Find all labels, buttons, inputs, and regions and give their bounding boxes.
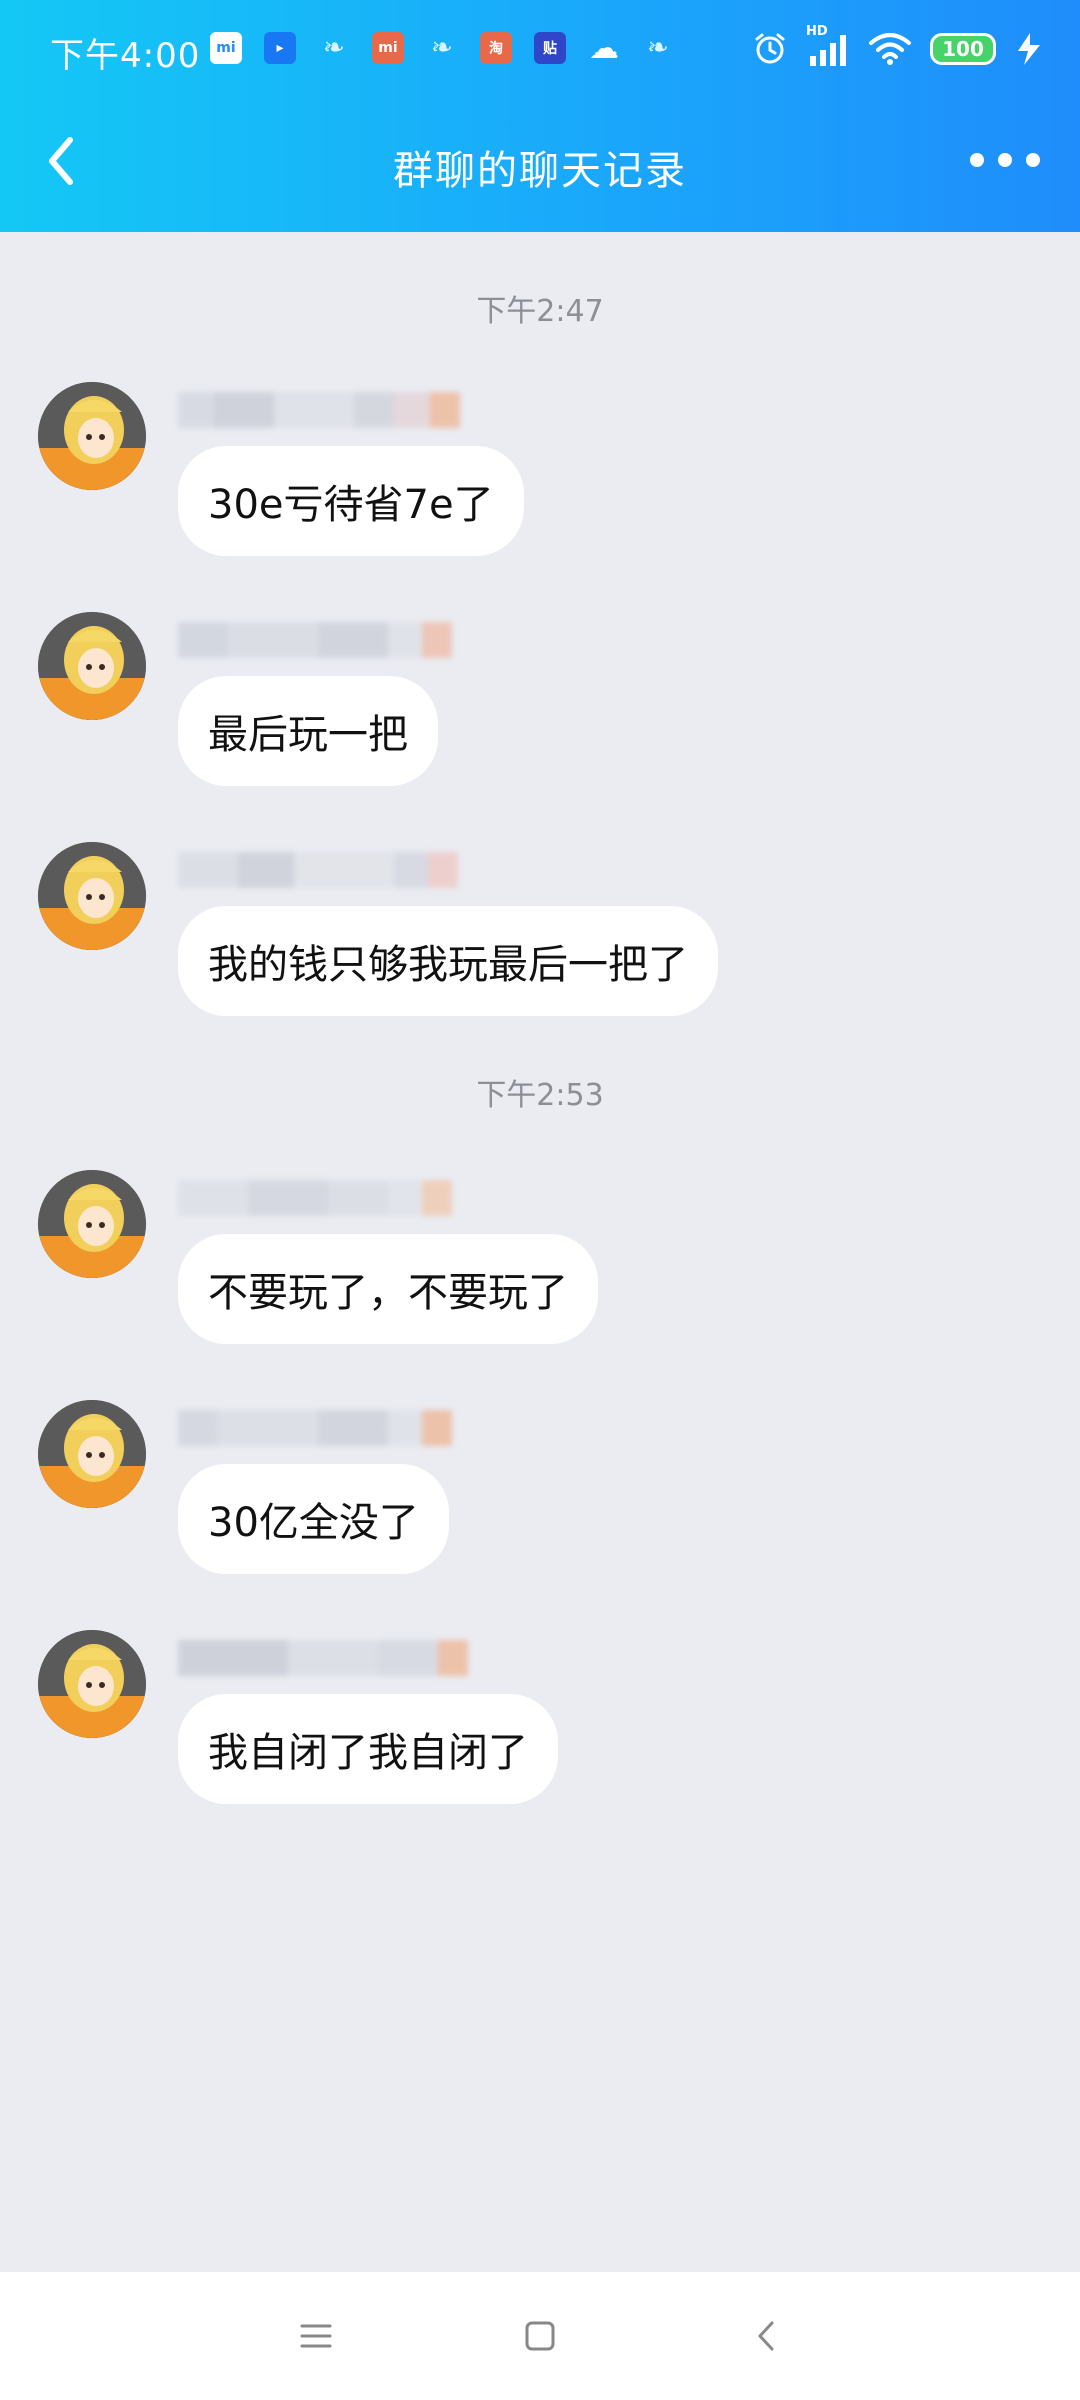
avatar-illustration (38, 1170, 146, 1278)
title-bar: 群聊的聊天记录 (0, 100, 1080, 232)
status-bar: 下午4:00 mi ▸ ❧ mi ❧ 淘 贴 ☁ ❧ HD 100 (0, 0, 1080, 100)
chat-history[interactable]: 下午2:47 30e亏待省7e了 最后玩一把 我的钱只够我玩最后一把了 下午2:… (0, 232, 1080, 2272)
message-bubble[interactable]: 最后玩一把 (178, 676, 438, 786)
battery-icon: 100 (930, 33, 996, 65)
avatar[interactable] (38, 1400, 146, 1508)
recents-button[interactable] (286, 2306, 346, 2366)
menu-icon (300, 2324, 332, 2348)
avatar[interactable] (38, 1630, 146, 1738)
timestamp-divider: 下午2:53 (476, 1078, 604, 1113)
alarm-icon (755, 33, 785, 64)
more-dot-icon (1026, 153, 1040, 167)
home-button[interactable] (510, 2306, 570, 2366)
sender-name-redacted (178, 612, 452, 672)
signal-icon: HD (806, 24, 850, 68)
bilibili-icon: ▸ (264, 32, 296, 64)
square-icon (525, 2321, 555, 2351)
app-header: 下午4:00 mi ▸ ❧ mi ❧ 淘 贴 ☁ ❧ HD 100 群聊的聊天记… (0, 0, 1080, 232)
message-bubble[interactable]: 我的钱只够我玩最后一把了 (178, 906, 718, 1016)
chat-message: 最后玩一把 (0, 612, 1080, 792)
more-dot-icon (998, 153, 1012, 167)
sender-name-redacted (178, 1630, 468, 1690)
leaf-icon: ❧ (323, 33, 345, 63)
message-bubble[interactable]: 30亿全没了 (178, 1464, 449, 1574)
avatar-illustration (38, 1630, 146, 1738)
notification-icons: mi ▸ ❧ mi ❧ 淘 贴 ☁ ❧ (210, 30, 674, 66)
avatar-illustration (38, 842, 146, 950)
taobao-icon: 淘 (480, 32, 512, 64)
chevron-left-icon (758, 2321, 774, 2351)
leaf-icon: ❧ (431, 33, 453, 63)
message-bubble[interactable]: 30e亏待省7e了 (178, 446, 524, 556)
avatar-illustration (38, 612, 146, 720)
leaf-icon: ❧ (647, 33, 669, 63)
more-options-button[interactable] (970, 140, 1040, 180)
avatar[interactable] (38, 1170, 146, 1278)
page-title: 群聊的聊天记录 (393, 148, 687, 194)
charging-icon (1018, 33, 1040, 65)
sender-name-redacted (178, 1400, 452, 1460)
sender-name-redacted (178, 842, 458, 902)
message-bubble[interactable]: 不要玩了，不要玩了 (178, 1234, 598, 1344)
avatar-illustration (38, 1400, 146, 1508)
message-bubble[interactable]: 我自闭了我自闭了 (178, 1694, 558, 1804)
chat-message: 30亿全没了 (0, 1400, 1080, 1580)
system-navigation-bar (0, 2272, 1080, 2400)
tieba-icon: 贴 (534, 32, 566, 64)
sender-name-redacted (178, 382, 460, 442)
wifi-icon (869, 33, 911, 65)
mi-app-icon: mi (372, 32, 404, 64)
cloud-icon: ☁ (589, 30, 619, 66)
avatar-illustration (38, 382, 146, 490)
status-time: 下午4:00 (50, 36, 201, 76)
chat-message: 我的钱只够我玩最后一把了 (0, 842, 1080, 1022)
avatar[interactable] (38, 842, 146, 950)
avatar[interactable] (38, 382, 146, 490)
mi-store-icon: mi (210, 32, 242, 64)
chat-message: 不要玩了，不要玩了 (0, 1170, 1080, 1350)
system-icons: HD 100 (752, 24, 1044, 68)
timestamp-divider: 下午2:47 (476, 294, 604, 329)
system-back-button[interactable] (738, 2306, 798, 2366)
chat-message: 我自闭了我自闭了 (0, 1630, 1080, 1810)
sender-name-redacted (178, 1170, 452, 1230)
avatar[interactable] (38, 612, 146, 720)
more-dot-icon (970, 153, 984, 167)
chat-message: 30e亏待省7e了 (0, 382, 1080, 562)
